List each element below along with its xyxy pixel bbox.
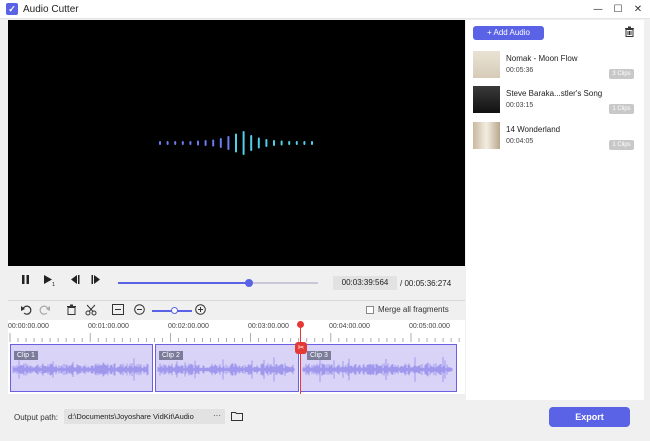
delete-icon[interactable] bbox=[66, 304, 77, 318]
progress-handle[interactable] bbox=[245, 279, 253, 287]
item-duration: 00:04:05 bbox=[506, 138, 534, 145]
zoom-handle[interactable] bbox=[171, 307, 178, 314]
clips-badge: 1 Clips bbox=[609, 140, 634, 150]
maximize-button[interactable]: ☐ bbox=[610, 2, 626, 17]
clips-badge: 3 Clips bbox=[609, 69, 634, 79]
title-bar: ✓ Audio Cutter — ☐ ✕ bbox=[0, 0, 650, 19]
fit-timeline-icon[interactable] bbox=[112, 304, 124, 318]
play-speed-icon[interactable]: 1 bbox=[43, 274, 57, 290]
edit-toolbar: Merge all fragments bbox=[8, 300, 465, 320]
playhead[interactable] bbox=[300, 322, 301, 394]
current-time[interactable]: 00:03:39:564 bbox=[333, 276, 397, 290]
item-title: Nomak - Moon Flow bbox=[506, 54, 578, 63]
footer-bar: Output path: d:\Documents\Joyoshare VidK… bbox=[0, 400, 650, 441]
library-item[interactable]: Nomak - Moon Flow 00:05:36 3 Clips bbox=[466, 49, 644, 83]
album-thumbnail bbox=[473, 122, 500, 149]
clip-segment[interactable]: Clip 1 bbox=[10, 344, 153, 392]
clip-label: Clip 2 bbox=[159, 351, 183, 360]
add-audio-button[interactable]: + Add Audio bbox=[473, 26, 544, 40]
clear-list-icon[interactable] bbox=[624, 26, 635, 40]
progress-slider[interactable] bbox=[118, 279, 318, 287]
close-button[interactable]: ✕ bbox=[630, 2, 646, 17]
merge-checkbox[interactable] bbox=[366, 306, 374, 314]
split-marker-icon[interactable]: ✂ bbox=[295, 342, 307, 354]
playhead-handle[interactable] bbox=[297, 321, 304, 328]
merge-label: Merge all fragments bbox=[378, 305, 449, 314]
item-title: Steve Baraka...stler's Song bbox=[506, 89, 603, 98]
clips-badge: 1 Clips bbox=[609, 104, 634, 114]
audio-library: + Add Audio Nomak - Moon Flow 00:05:36 3… bbox=[466, 20, 644, 400]
album-thumbnail bbox=[473, 86, 500, 113]
app-logo-icon: ✓ bbox=[6, 3, 18, 15]
pause-icon[interactable] bbox=[21, 274, 30, 288]
album-thumbnail bbox=[473, 51, 500, 78]
open-folder-icon[interactable] bbox=[231, 411, 243, 421]
library-item[interactable]: 14 Wonderland 00:04:05 1 Clips bbox=[466, 120, 644, 154]
clip-segment[interactable]: Clip 2 bbox=[155, 344, 299, 392]
audio-track[interactable]: Clip 1 Clip 2 Clip 3 bbox=[8, 342, 465, 394]
item-title: 14 Wonderland bbox=[506, 125, 561, 134]
export-button[interactable]: Export bbox=[549, 407, 630, 427]
svg-text:1: 1 bbox=[52, 282, 55, 287]
progress-fill bbox=[118, 282, 249, 284]
ruler-ticks bbox=[9, 333, 460, 342]
zoom-in-icon[interactable] bbox=[195, 304, 206, 318]
previous-clip-icon[interactable] bbox=[68, 274, 80, 288]
total-time: / 00:05:36:274 bbox=[400, 279, 452, 288]
clip-label: Clip 1 bbox=[14, 351, 38, 360]
redo-icon[interactable] bbox=[39, 304, 51, 319]
undo-icon[interactable] bbox=[20, 304, 32, 319]
scissors-icon[interactable] bbox=[85, 304, 97, 319]
library-item[interactable]: Steve Baraka...stler's Song 00:03:15 1 C… bbox=[466, 84, 644, 118]
browse-more-button[interactable]: ··· bbox=[209, 409, 225, 424]
item-duration: 00:05:36 bbox=[506, 67, 534, 74]
clip-segment[interactable]: Clip 3 bbox=[300, 344, 457, 392]
preview-area bbox=[8, 20, 465, 266]
clip-label: Clip 3 bbox=[307, 351, 331, 360]
output-path-field[interactable]: d:\Documents\Joyoshare VidKit\Audio bbox=[64, 409, 209, 424]
window-title: Audio Cutter bbox=[23, 4, 79, 15]
minimize-button[interactable]: — bbox=[590, 2, 606, 17]
playback-controls: 1 00:03:39:564 / 00:05:36:274 bbox=[8, 266, 465, 300]
audio-visualizer bbox=[159, 131, 313, 155]
next-clip-icon[interactable] bbox=[91, 274, 103, 288]
output-path-label: Output path: bbox=[14, 413, 59, 422]
timeline-ruler[interactable]: 00:00:00.000 00:01:00.000 00:02:00.000 0… bbox=[8, 320, 465, 342]
zoom-out-icon[interactable] bbox=[134, 304, 145, 318]
item-duration: 00:03:15 bbox=[506, 102, 534, 109]
